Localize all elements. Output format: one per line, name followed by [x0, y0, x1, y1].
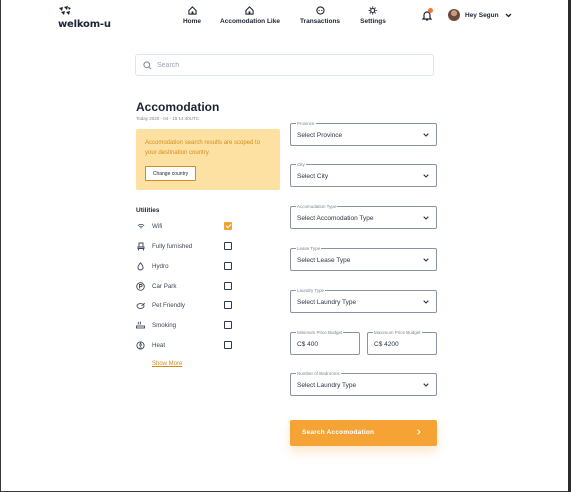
utility-label: Heat — [152, 341, 166, 349]
scope-notice: Accomodation search results are scoped t… — [136, 129, 280, 190]
field-label: Laundry Type — [296, 288, 326, 293]
province-select[interactable]: Province Select Province — [290, 121, 437, 146]
field-label: Maximum Price Budget — [373, 330, 422, 335]
chat-icon — [315, 6, 325, 15]
utility-label: Smoking — [152, 321, 177, 329]
search-accomodation-button[interactable]: Search Accomodation — [290, 420, 437, 446]
hydro-checkbox[interactable] — [224, 262, 232, 270]
field-label: City — [296, 162, 306, 167]
field-value: Select Province — [297, 132, 343, 139]
page-date: Today 2020 - 04 - 15 14:40UTC — [136, 116, 200, 121]
home-icon — [245, 6, 255, 15]
utilities-title: Utilities — [136, 207, 160, 214]
home-icon — [187, 6, 197, 15]
nav-home-label: Home — [182, 18, 202, 25]
show-more-link[interactable]: Show More — [152, 361, 182, 367]
lease-type-select[interactable]: Lease Type Select Lease Type — [290, 246, 437, 271]
nav-transactions[interactable]: Transactions — [300, 6, 340, 25]
utility-row-wifi[interactable]: Wifi — [136, 220, 232, 232]
utility-label: Pet Friendly — [152, 301, 186, 309]
accomodation-type-select[interactable]: Accomodation Type Select Accomodation Ty… — [290, 204, 437, 229]
field-value[interactable]: C$ 400 — [297, 341, 318, 348]
pet-icon — [136, 301, 145, 310]
laundry-type-select[interactable]: Laundry Type Select Laundry Type — [290, 288, 437, 313]
min-budget-field[interactable]: Minimum Price Budget C$ 400 — [290, 330, 360, 355]
heat-icon — [136, 340, 145, 350]
page-title: Accomodation — [136, 100, 220, 114]
search-icon — [143, 60, 152, 69]
nav-settings[interactable]: Settings — [360, 6, 386, 25]
utility-row-smoking[interactable]: Smoking — [136, 319, 232, 331]
field-label: Province — [296, 121, 316, 126]
field-label: Number of Bedrooms — [296, 371, 341, 376]
chevron-down-icon — [505, 13, 512, 17]
field-value: Select Lease Type — [297, 257, 351, 264]
parking-icon — [136, 281, 145, 291]
gear-icon — [368, 6, 378, 15]
search-bar[interactable] — [135, 54, 434, 76]
city-select[interactable]: City Select City — [290, 162, 437, 187]
chevron-down-icon — [423, 383, 429, 387]
change-country-button[interactable]: Change country — [145, 166, 196, 181]
field-value: Select Accomodation Type — [297, 215, 374, 222]
utility-row-hydro[interactable]: Hydro — [136, 260, 232, 272]
notice-text: Accomodation search results are scoped t… — [145, 140, 261, 156]
utility-label: Wifi — [152, 222, 163, 230]
field-value: Select Laundry Type — [297, 299, 357, 306]
utility-row-heat[interactable]: Heat — [136, 339, 232, 351]
field-label: Lease Type — [296, 246, 322, 251]
avatar — [448, 9, 460, 21]
nav-transactions-label: Transactions — [299, 18, 341, 25]
pet-friendly-checkbox[interactable] — [224, 301, 232, 309]
wifi-checkbox[interactable] — [224, 222, 232, 230]
chevron-down-icon — [423, 174, 429, 178]
smoking-checkbox[interactable] — [224, 321, 232, 329]
nav-settings-label: Settings — [360, 18, 386, 25]
notification-dot — [428, 8, 433, 13]
search-accomodation-label: Search Accomodation — [302, 429, 375, 436]
bedrooms-select[interactable]: Number of Bedrooms Select Laundry Type — [290, 371, 437, 396]
chevron-right-icon — [417, 429, 421, 435]
chevron-down-icon — [423, 216, 429, 220]
utility-label: Fully furnished — [152, 242, 193, 250]
field-label: Minimum Price Budget — [296, 330, 344, 335]
chevron-down-icon — [423, 133, 429, 137]
search-input[interactable] — [157, 61, 417, 69]
smoking-icon — [136, 321, 145, 330]
nav-accomodation-like[interactable]: Accomodation Like — [220, 6, 280, 25]
utility-row-car-park[interactable]: Car Park — [136, 280, 232, 292]
utility-label: Car Park — [152, 282, 177, 290]
water-drop-icon — [136, 261, 145, 271]
max-budget-field[interactable]: Maximum Price Budget C$ 4200 — [367, 330, 437, 355]
nav-accomodation-like-label: Accomodation Like — [220, 18, 280, 25]
chevron-down-icon — [423, 300, 429, 304]
field-value: Select City — [297, 173, 329, 180]
field-label: Accomodation Type — [296, 204, 338, 209]
heat-checkbox[interactable] — [224, 341, 232, 349]
user-menu[interactable]: Hey Segun — [448, 9, 512, 21]
utility-row-fully-furnished[interactable]: Fully furnished — [136, 240, 232, 252]
field-value: Select Laundry Type — [297, 382, 357, 389]
chair-icon — [136, 242, 145, 251]
fully-furnished-checkbox[interactable] — [224, 242, 232, 250]
utility-row-pet-friendly[interactable]: Pet Friendly — [136, 299, 232, 311]
field-value[interactable]: C$ 4200 — [374, 341, 399, 348]
chevron-down-icon — [423, 258, 429, 262]
wifi-icon — [136, 222, 145, 231]
utility-label: Hydro — [152, 262, 169, 270]
car-park-checkbox[interactable] — [224, 282, 232, 290]
nav-home[interactable]: Home — [183, 6, 201, 25]
user-greeting: Hey Segun — [465, 11, 499, 19]
